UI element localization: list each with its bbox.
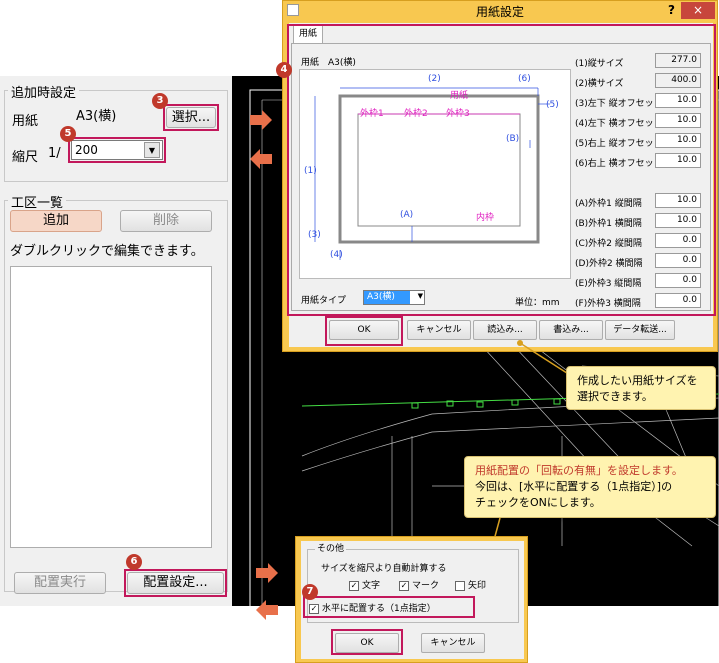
- delete-button[interactable]: 削除: [120, 210, 212, 232]
- execute-placement-button[interactable]: 配置実行: [14, 572, 106, 594]
- checkbox-mark[interactable]: ✓ マーク: [399, 578, 439, 591]
- checkbox-text[interactable]: ✓ 文字: [349, 578, 380, 591]
- dialog-title: 用紙設定: [475, 5, 524, 19]
- check-icon[interactable]: ✓: [309, 603, 319, 614]
- left-panel: 追加時設定 用紙 A3(横) 選択... 3 縮尺 1/ 200 ▼ 5 工区一…: [0, 76, 232, 606]
- placement-settings-button[interactable]: 配置設定...: [127, 572, 224, 594]
- check-icon[interactable]: ✓: [399, 580, 409, 591]
- add-settings-label: 追加時設定: [8, 82, 80, 101]
- section-list-label: 工区一覧: [8, 192, 67, 211]
- callout-rotation: 用紙配置の「回転の有無」を設定します。 今回は、[水平に配置する（1点指定）]の…: [464, 456, 716, 518]
- arrow-left-icon: [250, 149, 272, 169]
- other-settings-dialog: その他 サイズを縮尺より自動計算する ✓ 文字 ✓ マーク 矢印 ✓ 水平に配置する（…: [295, 536, 528, 663]
- other-cancel-button[interactable]: キャンセル: [421, 633, 485, 653]
- callout2-line2: 今回は、[水平に配置する（1点指定）]の: [475, 480, 673, 493]
- select-paper-button[interactable]: 選択...: [166, 107, 216, 128]
- paper-label: 用紙: [12, 114, 39, 129]
- hint-text: ダブルクリックで編集できます。: [10, 244, 204, 259]
- scale-value: 200: [75, 143, 98, 157]
- step-badge-4: 4: [276, 62, 292, 78]
- cancel-button[interactable]: キャンセル: [407, 320, 471, 340]
- arrow-right-icon: [250, 110, 272, 130]
- add-button[interactable]: 追加: [10, 210, 102, 232]
- paper-value: A3(横): [76, 109, 117, 124]
- ok-button[interactable]: OK: [329, 320, 399, 340]
- step-badge-3: 3: [152, 93, 168, 109]
- arrow-right-icon: [256, 563, 278, 583]
- callout2-line3: チェックをONにします。: [475, 496, 601, 509]
- checkbox-arrow[interactable]: 矢印: [455, 578, 486, 591]
- callout-paper-size: 作成したい用紙サイズを 選択できます。: [566, 366, 716, 410]
- checkbox-empty-icon[interactable]: [455, 580, 465, 591]
- other-dialog-body: その他 サイズを縮尺より自動計算する ✓ 文字 ✓ マーク 矢印 ✓ 水平に配置する（…: [301, 541, 524, 659]
- close-icon[interactable]: ×: [681, 2, 715, 19]
- step-badge-6: 6: [126, 554, 142, 570]
- scale-label: 縮尺: [12, 150, 39, 165]
- checkbox-horizontal[interactable]: ✓ 水平に配置する（1点指定）: [309, 601, 436, 614]
- section-listbox[interactable]: [10, 266, 212, 548]
- auto-calc-label: サイズを縮尺より自動計算する: [321, 564, 447, 574]
- check-icon[interactable]: ✓: [349, 580, 359, 591]
- scale-prefix: 1/: [48, 146, 61, 161]
- paper-dialog-highlight: [287, 24, 716, 316]
- arrow-left-icon: [256, 600, 278, 620]
- data-transfer-button[interactable]: データ転送...: [605, 320, 675, 340]
- help-icon[interactable]: ?: [668, 3, 675, 17]
- callout1-line1: 作成したい用紙サイズを: [577, 374, 698, 387]
- chevron-down-icon[interactable]: ▼: [144, 142, 160, 158]
- step-badge-5: 5: [60, 126, 76, 142]
- other-ok-button[interactable]: OK: [335, 633, 399, 653]
- other-group-label: その他: [315, 541, 347, 554]
- callout2-line1: 用紙配置の「回転の有無」を設定します。: [475, 464, 683, 477]
- scale-select[interactable]: 200 ▼: [71, 140, 163, 160]
- step-badge-7: 7: [302, 584, 318, 600]
- callout1-line2: 選択できます。: [577, 390, 653, 403]
